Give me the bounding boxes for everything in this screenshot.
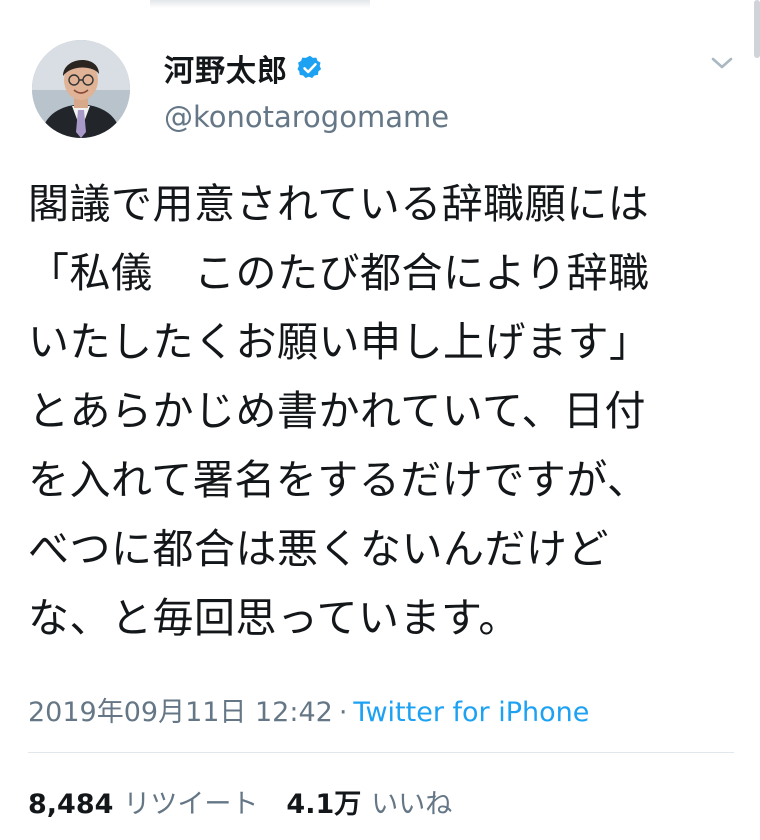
- verified-badge-icon: [297, 55, 322, 79]
- retweet-label: リツイート: [123, 789, 259, 820]
- avatar[interactable]: [32, 40, 130, 138]
- meta-separator: ·: [338, 697, 348, 728]
- name-row: 河野太郎: [164, 46, 324, 90]
- user-handle[interactable]: @konotarogomame: [164, 100, 449, 134]
- like-stat[interactable]: 4.1万 いいね: [286, 782, 452, 821]
- avatar-photo-icon: [32, 40, 130, 138]
- tweet-stats: 8,484 リツイート 4.1万 いいね: [28, 782, 452, 821]
- divider: [28, 752, 734, 753]
- like-count: 4.1万: [286, 789, 362, 820]
- chevron-down-icon[interactable]: [710, 55, 734, 71]
- tweet-header: 河野太郎 @konotarogomame: [0, 0, 760, 150]
- retweet-count: 8,484: [28, 789, 114, 820]
- display-name[interactable]: 河野太郎: [164, 46, 288, 90]
- timestamp[interactable]: 2019年09月11日 12:42: [28, 697, 333, 728]
- like-label: いいね: [371, 789, 453, 820]
- tweet-text: 閣議で用意されている辞職願には 「私儀 このたび都合により辞職 いたしたくお願い…: [28, 180, 651, 642]
- retweet-stat[interactable]: 8,484 リツイート: [28, 782, 258, 821]
- source-link[interactable]: Twitter for iPhone: [353, 697, 589, 728]
- tweet-meta: 2019年09月11日 12:42 · Twitter for iPhone: [28, 690, 589, 729]
